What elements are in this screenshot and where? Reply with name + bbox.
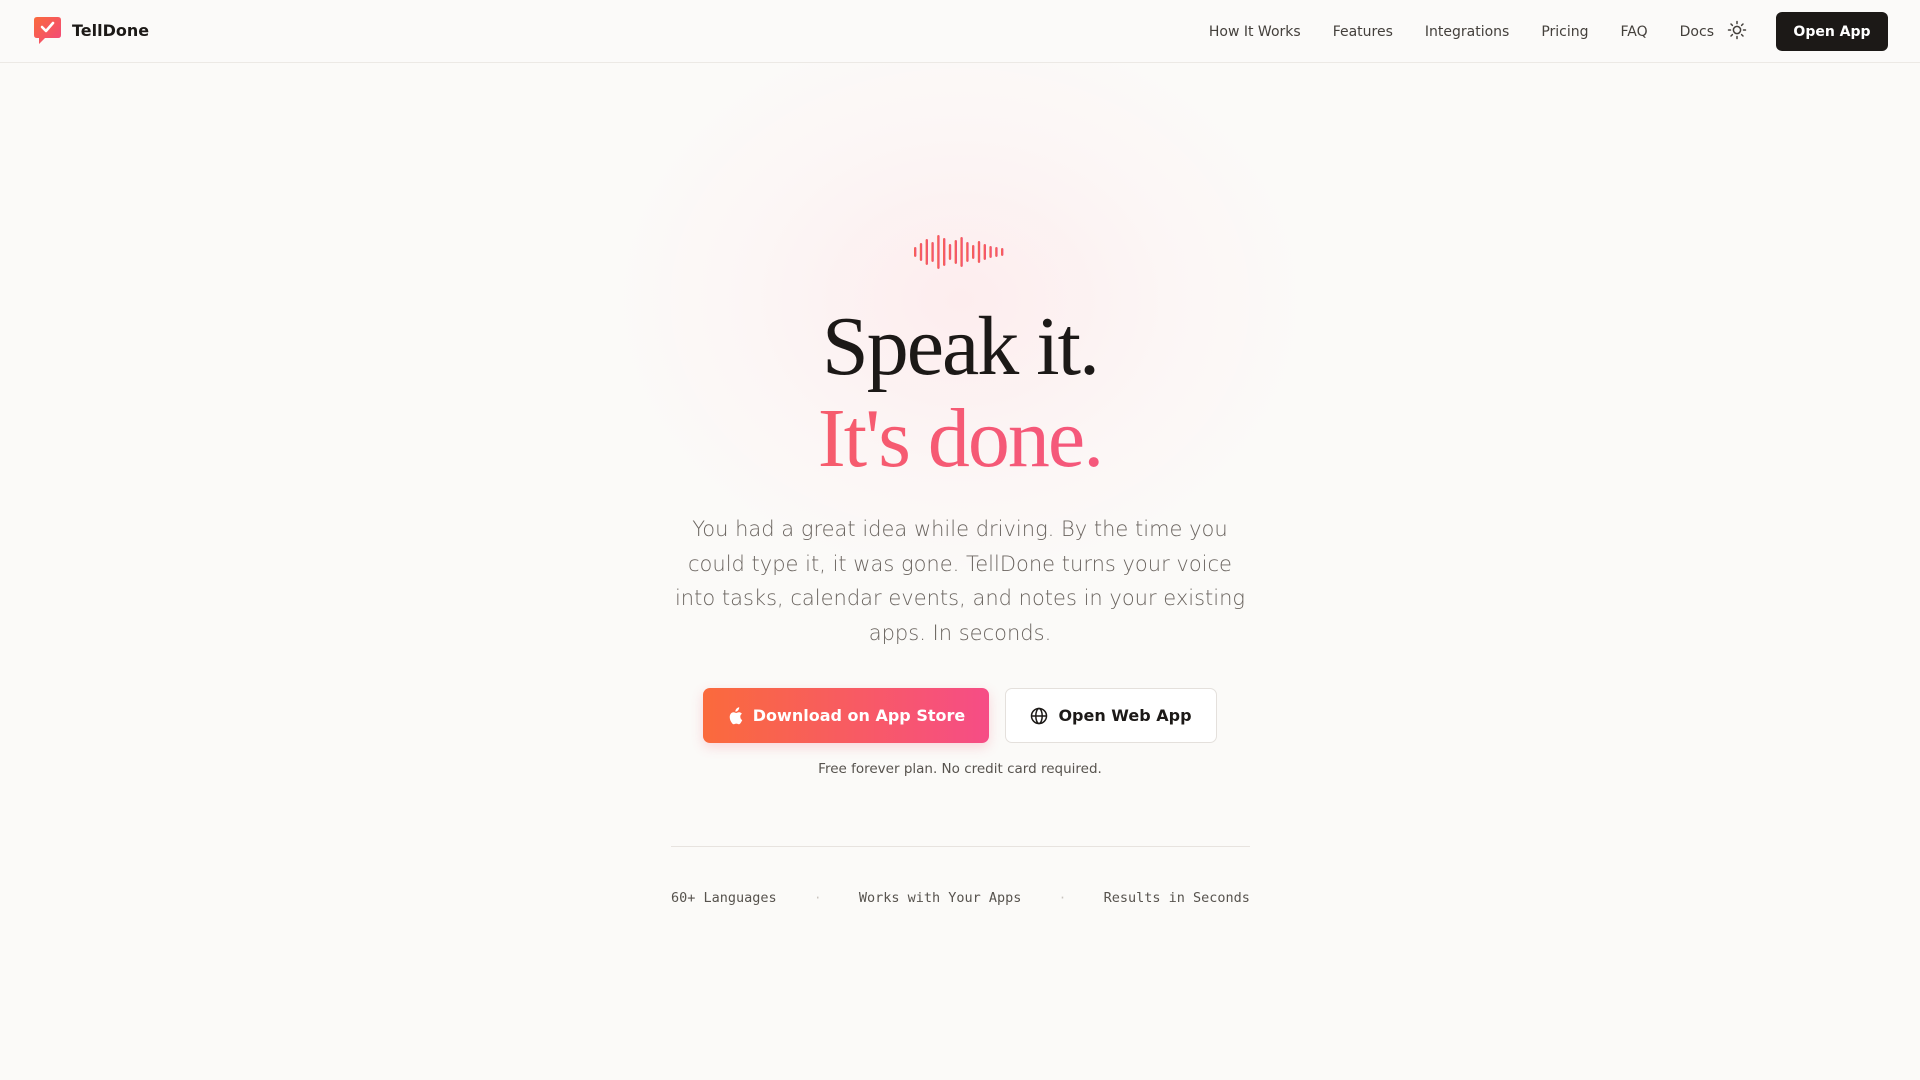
chat-check-icon [33,16,62,45]
theme-toggle-button[interactable] [1725,20,1749,44]
feature-separator: · [1058,891,1067,905]
sound-wave-bar [954,240,957,264]
sound-wave-bar [960,237,963,267]
feature-results-in-seconds: Results in Seconds [1103,890,1250,906]
sound-wave-bar [919,243,923,261]
sound-wave-bar [983,244,986,260]
apple-icon [727,706,743,725]
hero-headline-line1: Speak it. [822,300,1100,393]
sound-wave-bar [989,246,992,258]
sound-wave-bar [948,244,952,260]
sound-wave-bar [995,247,998,257]
nav-link-faq[interactable]: FAQ [1621,24,1648,40]
sound-wave-bar [977,241,981,263]
top-nav-bar: TellDone How It Works Features Integrati… [0,0,1920,63]
open-web-app-button[interactable]: Open Web App [1005,688,1217,743]
sound-wave-bar [943,238,946,266]
nav-link-features[interactable]: Features [1333,24,1393,40]
sound-wave-bar [914,247,917,257]
features-divider [671,846,1250,847]
nav-link-how-it-works[interactable]: How It Works [1209,24,1301,40]
main-nav: How It Works Features Integrations Prici… [1177,0,1714,63]
feature-separator: · [814,891,822,905]
nav-link-integrations[interactable]: Integrations [1425,24,1509,40]
free-plan-note: Free forever plan. No credit card requir… [818,761,1102,777]
sound-wave-icon [912,232,1008,272]
feature-works-with-apps: Works with Your Apps [858,890,1022,906]
download-app-store-button[interactable]: Download on App Store [703,688,989,743]
brand-logo-link[interactable]: TellDone [33,16,149,45]
nav-link-pricing[interactable]: Pricing [1541,24,1588,40]
download-app-store-label: Download on App Store [752,706,966,725]
sun-icon [1727,20,1747,44]
sound-wave-bar [937,235,940,269]
globe-icon [1030,707,1048,725]
brand-name: TellDone [72,21,150,40]
feature-languages: 60+ Languages [671,890,777,906]
sound-wave-bar [925,239,928,265]
feature-highlights: 60+ Languages · Works with Your Apps · R… [671,890,1250,906]
sound-wave-bar [972,245,975,259]
hero-subtitle: You had a great idea while driving. By t… [674,517,1246,645]
hero-headline-line2: It's done. [0,390,1920,487]
nav-link-docs[interactable]: Docs [1680,24,1714,40]
open-web-app-label: Open Web App [1058,706,1192,725]
sound-wave-bar [1001,248,1004,256]
sound-wave-bar [966,242,969,262]
open-app-button[interactable]: Open App [1776,12,1888,51]
sound-wave-bar [931,242,934,262]
